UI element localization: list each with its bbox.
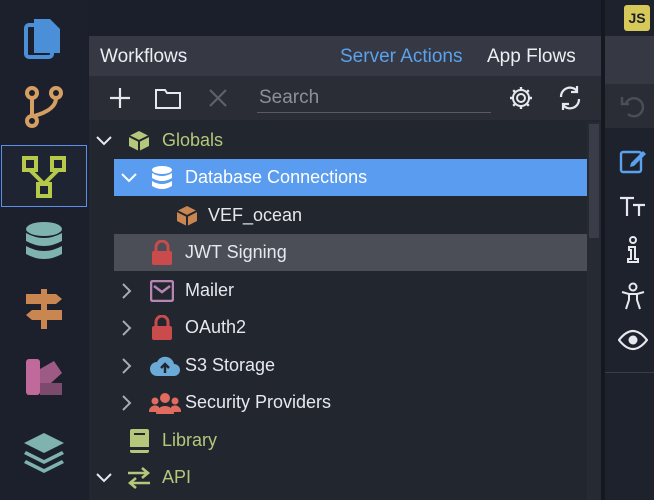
tree-item-database-connections[interactable]: Database Connections — [114, 159, 587, 196]
right-header — [605, 36, 654, 84]
settings-icon — [510, 87, 532, 109]
workflow-icon — [22, 156, 66, 198]
text-icon — [620, 196, 645, 216]
signpost-icon — [26, 289, 62, 329]
new-folder-button[interactable] — [154, 84, 182, 112]
text-format-button[interactable] — [617, 190, 649, 222]
lock-icon — [148, 239, 176, 267]
chevron-down-icon[interactable] — [95, 132, 113, 150]
pages-icon — [24, 19, 60, 59]
activity-design[interactable] — [0, 346, 88, 408]
chevron-right-icon[interactable] — [118, 394, 136, 412]
chevron-down-icon[interactable] — [120, 169, 138, 187]
activity-database[interactable] — [0, 212, 88, 274]
delete-button[interactable] — [204, 84, 232, 112]
tree-item-label: Security Providers — [185, 392, 332, 412]
right-toolbar-strip — [605, 84, 654, 128]
tree-item-globals[interactable]: Globals — [89, 122, 587, 159]
settings-button[interactable] — [507, 84, 535, 112]
exchange-icon — [125, 464, 153, 492]
tree-item-label: Mailer — [185, 280, 235, 300]
activity-git[interactable] — [0, 76, 88, 138]
info-icon — [627, 236, 639, 263]
lock-icon — [148, 314, 176, 342]
activity-routing[interactable] — [0, 278, 88, 340]
refresh-button[interactable] — [556, 84, 584, 112]
toolbar — [89, 76, 601, 120]
accessibility-button[interactable] — [617, 280, 649, 312]
preview-button[interactable] — [617, 324, 649, 356]
search-input[interactable] — [257, 84, 491, 113]
refresh-icon — [559, 86, 581, 110]
layers-icon — [24, 433, 64, 473]
add-icon — [110, 88, 130, 108]
tree-item-label: VEF_ocean — [208, 205, 303, 225]
activity-files[interactable] — [0, 8, 88, 70]
chevron-down-icon[interactable] — [95, 469, 113, 487]
users-icon — [148, 389, 182, 417]
book-icon — [125, 427, 153, 455]
edit-icon — [619, 150, 646, 174]
tree-item-api[interactable]: API — [89, 459, 587, 496]
eye-icon — [618, 329, 648, 351]
tree-item-jwt-signing[interactable]: JWT Signing — [114, 234, 587, 271]
tree-item-label: JWT Signing — [185, 242, 287, 262]
new-folder-icon — [155, 89, 181, 109]
cube-icon — [125, 127, 153, 155]
person-icon — [621, 282, 645, 310]
js-badge[interactable]: JS — [624, 5, 650, 31]
panel-header: Workflows Server Actions App Flows — [89, 36, 601, 76]
database-icon — [26, 222, 62, 259]
activity-layers[interactable] — [0, 422, 88, 484]
tree-item-vef-ocean[interactable]: VEF_ocean — [89, 197, 587, 234]
workflows-panel: Workflows Server Actions App Flows Searc… — [89, 36, 601, 500]
separator — [605, 372, 654, 373]
tree-item-label: OAuth2 — [185, 317, 247, 337]
mail-icon — [148, 277, 176, 305]
chevron-right-icon[interactable] — [118, 357, 136, 375]
activity-workflows[interactable] — [1, 145, 87, 207]
tree-item-security-providers[interactable]: Security Providers — [89, 384, 587, 421]
activity-bar — [0, 0, 88, 500]
undo-icon — [620, 97, 645, 118]
tree-item-label: Library — [162, 430, 218, 450]
chevron-right-icon[interactable] — [118, 319, 136, 337]
box-icon — [173, 202, 201, 230]
edit-button[interactable] — [617, 144, 649, 176]
chevron-right-icon[interactable] — [118, 282, 136, 300]
database-icon — [148, 164, 176, 192]
delete-icon — [209, 89, 227, 107]
tree-item-label: Database Connections — [185, 167, 368, 187]
add-button[interactable] — [106, 84, 134, 112]
scrollbar-thumb[interactable] — [589, 124, 599, 238]
tree-item-mailer[interactable]: Mailer — [89, 272, 587, 309]
tree-scrollbar[interactable] — [587, 122, 601, 500]
tree-item-s3-storage[interactable]: S3 Storage — [89, 347, 587, 384]
tab-app-flows[interactable]: App Flows — [487, 46, 576, 68]
git-branch-icon — [25, 86, 63, 128]
info-button[interactable] — [617, 234, 649, 266]
tree-item-label: Globals — [162, 130, 224, 150]
cloud-upload-icon — [148, 352, 182, 380]
tree-item-library[interactable]: Library — [89, 422, 587, 459]
panel-title: Workflows — [100, 46, 188, 67]
tree-item-oauth2[interactable]: OAuth2 — [89, 309, 587, 346]
tree-item-label: API — [162, 467, 192, 487]
tree-item-label: S3 Storage — [185, 355, 276, 375]
undo-button[interactable] — [617, 90, 649, 122]
swatches-icon — [26, 359, 62, 395]
right-toolbar: JS — [605, 0, 654, 500]
tab-server-actions[interactable]: Server Actions — [340, 46, 463, 68]
